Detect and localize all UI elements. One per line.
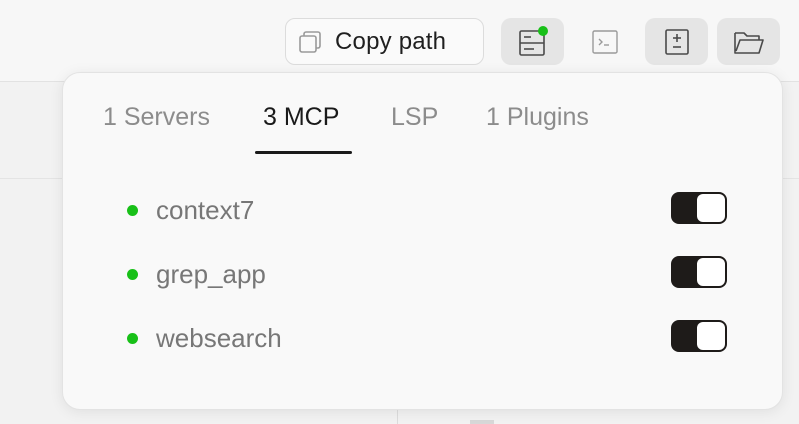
status-dot — [127, 205, 138, 216]
status-dot — [127, 333, 138, 344]
servers-popover: 1 Servers 3 MCP LSP 1 Plugins context7 g… — [62, 72, 783, 410]
toggle-knob — [697, 194, 725, 222]
server-toggle[interactable] — [671, 192, 727, 224]
toggle-knob — [697, 258, 725, 286]
copy-path-button[interactable]: Copy path — [285, 18, 484, 65]
server-toggle[interactable] — [671, 320, 727, 352]
folder-button[interactable] — [717, 18, 780, 65]
review-button[interactable] — [645, 18, 708, 65]
server-name: websearch — [156, 323, 282, 353]
server-name: context7 — [156, 195, 255, 225]
plus-minus-icon — [664, 28, 689, 55]
background-element — [470, 420, 494, 424]
mcp-server-row: context7 — [63, 185, 782, 235]
tab-mcp[interactable]: 3 MCP — [263, 103, 339, 132]
status-button[interactable] — [501, 18, 564, 65]
top-toolbar: Copy path — [0, 0, 799, 82]
status-list-icon — [518, 25, 548, 56]
mcp-server-row: websearch — [63, 313, 782, 363]
terminal-button[interactable] — [580, 18, 630, 65]
popover-tabs: 1 Servers 3 MCP LSP 1 Plugins — [63, 73, 782, 155]
server-name: grep_app — [156, 259, 266, 289]
copy-path-label: Copy path — [335, 27, 447, 55]
folder-open-icon — [733, 31, 764, 54]
mcp-server-row: grep_app — [63, 249, 782, 299]
tab-lsp[interactable]: LSP — [391, 103, 438, 132]
tab-servers[interactable]: 1 Servers — [103, 103, 210, 132]
server-toggle[interactable] — [671, 256, 727, 288]
tab-plugins[interactable]: 1 Plugins — [486, 103, 589, 132]
copy-icon — [299, 30, 321, 53]
status-dot — [127, 269, 138, 280]
toggle-knob — [697, 322, 725, 350]
terminal-icon — [592, 29, 618, 54]
selected-tab-indicator — [255, 151, 352, 154]
